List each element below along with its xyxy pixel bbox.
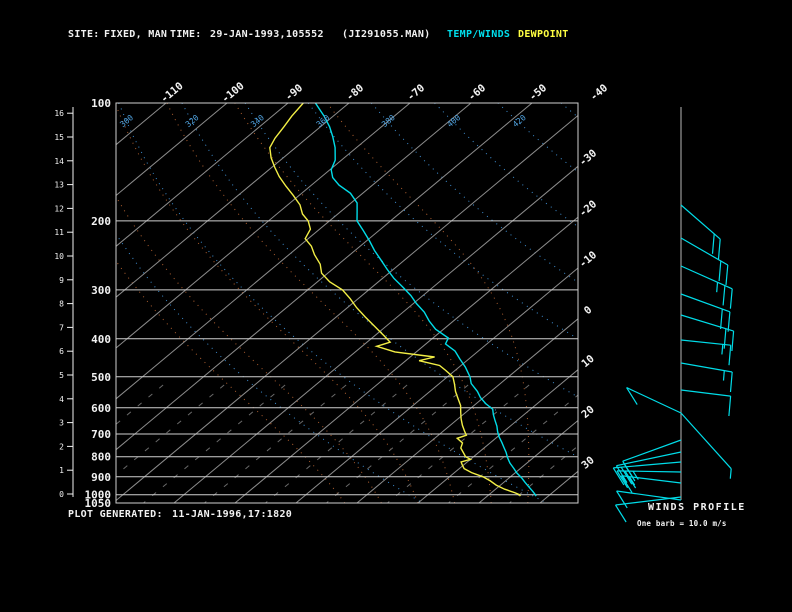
svg-text:14: 14 [54,157,64,166]
winds-profile-title: WINDS PROFILE [648,502,746,513]
svg-text:12: 12 [54,204,64,213]
svg-text:400: 400 [91,333,111,346]
svg-text:200: 200 [91,215,111,228]
svg-text:500: 500 [91,371,111,384]
isotherm-labels-right: -30 -20 -10 0 10 20 30 [577,147,599,471]
isotherm-labels-top: -110 -100 -90 -80 -70 -60 -50 -40 [159,80,611,105]
svg-text:8: 8 [59,300,64,309]
svg-text:16: 16 [54,109,64,118]
svg-text:340: 340 [249,113,266,129]
dewpoint-curve [269,103,521,497]
skewt-app-window: SITE: FIXED, MAN TIME: 29-JAN-1993,10555… [0,0,792,612]
winds-profile [612,107,735,523]
svg-text:-100: -100 [220,80,247,105]
svg-text:300: 300 [91,284,111,297]
dry-adiabat-labels: 300 320 340 360 380 400 420 [118,113,528,129]
svg-text:11: 11 [54,228,64,237]
svg-text:3: 3 [59,419,64,428]
svg-text:0: 0 [582,304,595,317]
svg-text:6: 6 [59,347,64,356]
svg-text:-60: -60 [466,82,488,103]
svg-text:400: 400 [445,113,462,129]
svg-text:9: 9 [59,276,64,285]
svg-text:-70: -70 [405,82,427,103]
svg-text:20: 20 [579,404,596,421]
svg-text:15: 15 [54,133,64,142]
svg-text:5: 5 [59,371,64,380]
svg-text:800: 800 [91,451,111,464]
svg-text:700: 700 [91,428,111,441]
svg-text:13: 13 [54,181,64,190]
svg-text:2: 2 [59,442,64,451]
svg-text:7: 7 [59,323,64,332]
svg-text:-40: -40 [588,82,610,103]
svg-text:0: 0 [59,490,64,499]
svg-text:-30: -30 [577,147,599,168]
svg-text:-20: -20 [577,198,599,219]
svg-text:-50: -50 [527,82,549,103]
svg-text:-90: -90 [283,82,305,103]
height-axis [67,107,74,497]
winds-profile-scale-note: One barb = 10.0 m/s [637,519,727,528]
svg-text:10: 10 [54,252,64,261]
svg-text:300: 300 [118,113,135,129]
svg-text:900: 900 [91,471,111,484]
svg-text:100: 100 [91,97,111,110]
plot-generated-label: PLOT GENERATED: [68,509,163,520]
pressure-axis-labels: 10020030040050060070080090010001050 [85,97,112,510]
svg-text:4: 4 [59,395,64,404]
svg-text:30: 30 [579,454,596,471]
svg-text:-110: -110 [159,80,186,105]
height-axis-labels: 012345678910111213141516 [54,109,64,499]
wind-barbs [612,204,735,523]
svg-text:-10: -10 [577,249,599,270]
svg-text:600: 600 [91,402,111,415]
svg-text:420: 420 [511,113,528,129]
svg-text:10: 10 [579,353,596,370]
svg-text:-80: -80 [344,82,366,103]
svg-text:1: 1 [59,466,64,475]
temperature-curve [314,103,537,497]
plot-generated-value: 11-JAN-1996,17:1820 [172,509,293,520]
